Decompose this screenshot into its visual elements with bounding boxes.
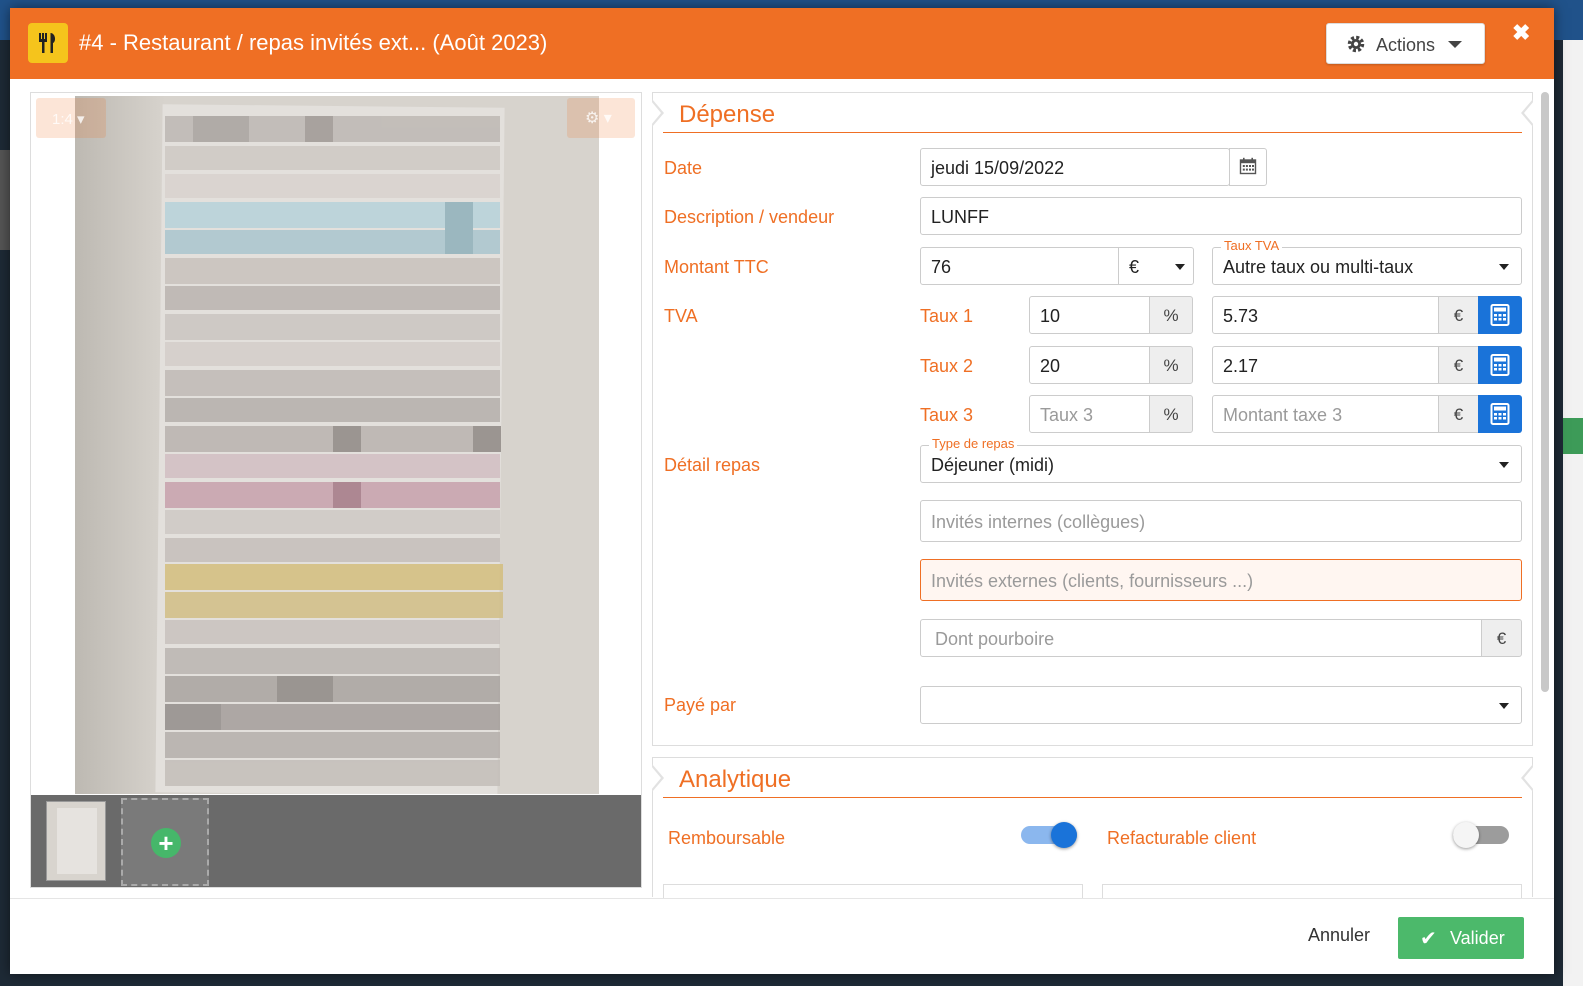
caret-down-icon	[1499, 462, 1509, 468]
zoom-dropdown[interactable]: 1:4 ▾	[36, 98, 106, 138]
actions-label: Actions	[1376, 35, 1436, 55]
montant-input[interactable]: 76	[920, 247, 1119, 285]
euro-addon: €	[1481, 619, 1522, 657]
modal-header: #4 - Restaurant / repas invités ext... (…	[10, 8, 1554, 79]
add-document-button[interactable]: +	[121, 798, 209, 886]
background-left-strip	[0, 150, 10, 250]
caret-down-icon	[1499, 703, 1509, 709]
calculate-taux2-button[interactable]	[1478, 346, 1522, 384]
cancel-button[interactable]: Annuler	[1308, 925, 1370, 946]
invites-internes-input[interactable]: Invités internes (collègues)	[920, 500, 1522, 542]
paye-par-label: Payé par	[664, 695, 737, 715]
currency-select[interactable]: €	[1118, 247, 1194, 285]
section-analytique: Analytique Remboursable Refacturable cli…	[651, 757, 1534, 898]
tva-label: TVA	[664, 306, 698, 326]
check-icon: ✔	[1420, 928, 1437, 950]
paye-par-select[interactable]	[920, 686, 1522, 724]
validate-button[interactable]: ✔ Valider	[1398, 917, 1524, 959]
chevron-down-icon	[1448, 41, 1462, 48]
montant-label: Montant TTC	[664, 257, 769, 277]
modal-footer: Annuler ✔ Valider	[10, 898, 1554, 974]
type-repas-floating-label: Type de repas	[929, 436, 1018, 451]
gear-icon	[1347, 35, 1365, 53]
taux1-rate-input[interactable]: 10	[1029, 296, 1150, 334]
calculate-taux1-button[interactable]	[1478, 296, 1522, 334]
close-icon[interactable]: ✖	[1512, 20, 1530, 46]
percent-addon: %	[1149, 296, 1193, 334]
section-title: Dépense	[679, 101, 776, 128]
currency-value: €	[1129, 257, 1140, 277]
refacturable-label: Refacturable client	[1107, 828, 1257, 848]
form-scrollbar[interactable]	[1540, 92, 1550, 892]
euro-addon: €	[1438, 296, 1479, 334]
modal-title: #4 - Restaurant / repas invités ext... (…	[79, 30, 548, 55]
taux2-label: Taux 2	[920, 356, 974, 376]
calculator-icon	[1490, 304, 1510, 326]
validate-label: Valider	[1450, 928, 1505, 948]
plus-circle-icon: +	[151, 828, 181, 858]
taux1-label: Taux 1	[920, 306, 974, 326]
calculator-icon	[1490, 354, 1510, 376]
calendar-icon	[1239, 157, 1257, 175]
detail-repas-label: Détail repas	[664, 455, 761, 475]
section-title: Analytique	[679, 766, 792, 793]
background-green-button	[1563, 418, 1583, 454]
pourboire-input[interactable]: Dont pourboire	[920, 619, 1482, 657]
taux-tva-floating-label: Taux TVA	[1221, 238, 1283, 253]
taux3-amount-input[interactable]: Montant taxe 3	[1212, 395, 1439, 433]
actions-dropdown-button[interactable]: Actions	[1326, 23, 1485, 64]
refacturable-toggle[interactable]	[1453, 822, 1509, 848]
taux3-label: Taux 3	[920, 405, 974, 425]
taux-tva-value: Autre taux ou multi-taux	[1223, 257, 1414, 277]
thumbnail-strip: +	[31, 795, 641, 887]
type-repas-value: Déjeuner (midi)	[931, 455, 1055, 475]
calculate-taux3-button[interactable]	[1478, 395, 1522, 433]
date-label: Date	[664, 158, 703, 178]
description-label: Description / vendeur	[664, 207, 835, 227]
calendar-button[interactable]	[1229, 148, 1267, 186]
date-input[interactable]: jeudi 15/09/2022	[920, 148, 1230, 186]
taux2-amount-input[interactable]: 2.17	[1212, 346, 1439, 384]
percent-addon: %	[1149, 346, 1193, 384]
percent-addon: %	[1149, 395, 1193, 433]
caret-down-icon	[1175, 264, 1185, 270]
receipt-thumbnail[interactable]	[46, 801, 106, 881]
calculator-icon	[1490, 403, 1510, 425]
section-depense: Dépense Date jeudi 15/09/2022 Descriptio…	[651, 92, 1534, 746]
remboursable-toggle[interactable]	[1021, 822, 1077, 848]
viewer-settings-dropdown[interactable]: ⚙ ▾	[567, 98, 635, 138]
taux1-amount-input[interactable]: 5.73	[1212, 296, 1439, 334]
caret-down-icon	[1499, 264, 1509, 270]
euro-addon: €	[1438, 346, 1479, 384]
taux2-rate-input[interactable]: 20	[1029, 346, 1150, 384]
expense-modal: #4 - Restaurant / repas invités ext... (…	[10, 8, 1554, 974]
euro-addon: €	[1438, 395, 1479, 433]
description-input[interactable]: LUNFF	[920, 197, 1522, 235]
receipt-viewer: 1:4 ▾ ⚙ ▾ +	[30, 92, 642, 888]
receipt-image	[75, 96, 599, 794]
taux3-rate-input[interactable]: Taux 3	[1029, 395, 1150, 433]
invites-externes-input[interactable]: Invités externes (clients, fournisseurs …	[920, 559, 1522, 601]
background-right-strip	[1563, 40, 1583, 986]
remboursable-label: Remboursable	[668, 828, 786, 848]
restaurant-icon	[28, 23, 68, 63]
